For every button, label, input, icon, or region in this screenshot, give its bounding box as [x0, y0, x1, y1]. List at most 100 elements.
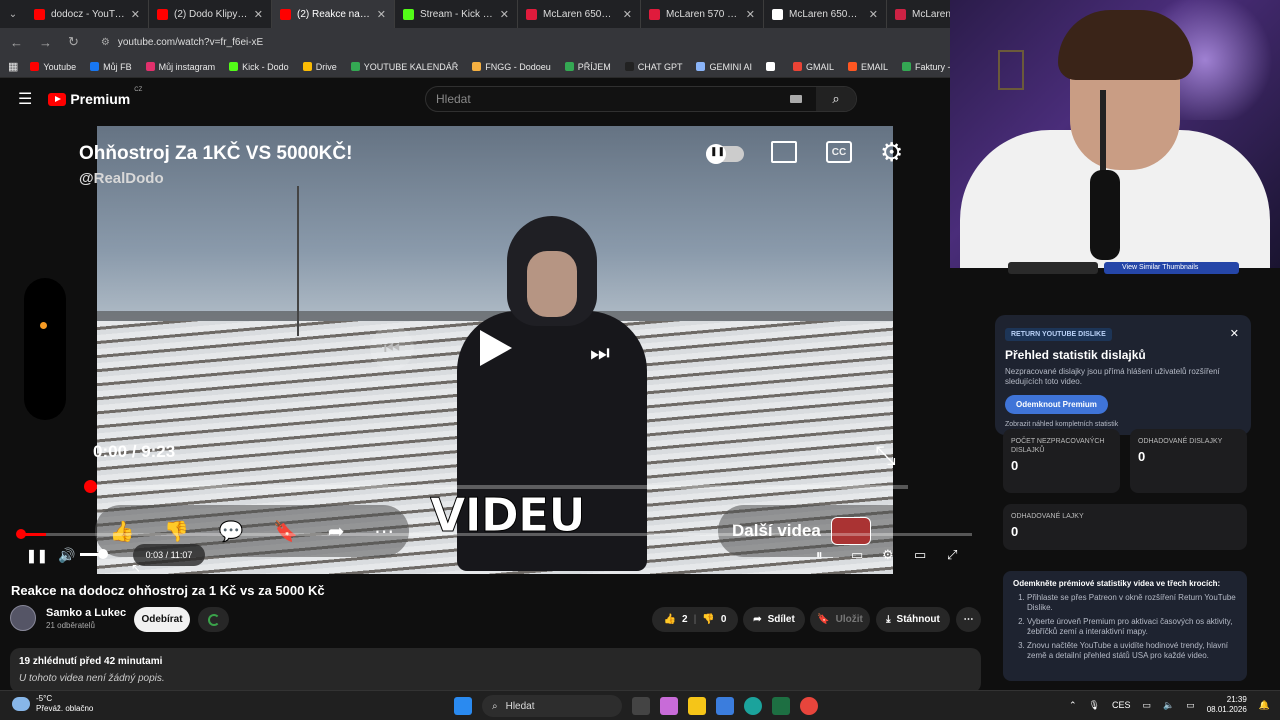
weather-widget[interactable]: -5°C Převáž. oblačno [12, 694, 93, 713]
search-input[interactable]: Hledat [426, 92, 790, 106]
excel-icon[interactable] [772, 697, 790, 715]
language-indicator[interactable]: CES [1112, 700, 1131, 710]
overlay-more-icon[interactable]: ⋯ [374, 519, 394, 544]
overlay-save-icon[interactable]: 🔖 [273, 519, 298, 544]
browser-tab[interactable]: (2) Reakce na doc ✕ [272, 0, 395, 28]
overlay-video-title[interactable]: Ohňostroj Za 1KČ VS 5000KČ! [79, 143, 352, 165]
like-icon[interactable]: 👍 [664, 614, 676, 625]
side-control-panel[interactable] [24, 278, 66, 420]
tray-overflow-icon[interactable]: ⌃ [1069, 700, 1077, 711]
browser-tab[interactable]: dodocz - YouTube ✕ [26, 0, 149, 28]
previous-icon[interactable]: ⏮ [370, 326, 414, 370]
progress-bar[interactable] [16, 529, 972, 539]
bookmark-item[interactable]: CHAT GPT [624, 62, 682, 72]
tab-close-icon[interactable]: ✕ [746, 8, 755, 21]
overlay-share-icon[interactable]: ➦ [328, 519, 345, 544]
file-explorer-icon[interactable] [688, 697, 706, 715]
share-button[interactable]: ➦ Sdílet [743, 607, 805, 632]
bookmark-item[interactable] [765, 62, 779, 72]
browser-tab[interactable]: McLaren 570 coupé ✕ [641, 0, 764, 28]
subscribe-button[interactable]: Odebírat [134, 607, 190, 632]
volume-slider[interactable] [80, 549, 108, 559]
back-icon[interactable]: ← [10, 35, 23, 50]
like-count[interactable]: 2 [682, 614, 688, 625]
copilot-icon[interactable] [660, 697, 678, 715]
bookmark-item[interactable]: Můj instagram [145, 62, 215, 72]
dislike-icon[interactable]: 👎 [702, 614, 714, 625]
windows-start-icon[interactable] [454, 697, 472, 715]
captions-icon[interactable]: CC [826, 141, 852, 163]
fullscreen-icon[interactable]: ⤢ [947, 547, 957, 563]
keyboard-icon[interactable] [790, 95, 802, 103]
save-button[interactable]: 🔖 Uložit [810, 607, 870, 632]
theater-mode-icon[interactable]: ▭ [914, 547, 926, 563]
channel-avatar[interactable] [10, 605, 36, 631]
download-button[interactable]: ⤓ Stáhnout [876, 607, 950, 632]
reload-icon[interactable]: ↻ [68, 34, 79, 50]
browser-tab[interactable]: (2) Dodo Klipy Plus - ✕ [149, 0, 272, 28]
autoplay-toggle[interactable] [706, 144, 744, 164]
overlay-settings-icon[interactable]: ⚙ [880, 137, 903, 168]
preview-stats-link[interactable]: Zobrazit náhled kompletních statistik [1005, 421, 1241, 428]
bookmark-item[interactable]: Můj FB [90, 62, 132, 72]
bookmark-item[interactable]: PŘÍJEM [564, 62, 611, 72]
notification-button[interactable] [198, 607, 229, 632]
tab-close-icon[interactable]: ✕ [500, 8, 509, 21]
site-info-icon[interactable]: ⚙ [101, 37, 110, 48]
speaker-icon[interactable]: 🔈 [1163, 700, 1174, 711]
tab-search-button[interactable]: ⌄ [0, 0, 26, 28]
battery-icon[interactable]: ▭ [1186, 700, 1195, 711]
cast-icon[interactable] [771, 141, 797, 163]
progress-handle[interactable] [16, 529, 26, 539]
youtube-premium-logo[interactable]: Premium CZ [48, 87, 142, 107]
bookmark-item[interactable]: Drive [302, 62, 337, 72]
bookmark-item[interactable]: GEMINI AI [696, 62, 752, 72]
overlay-like-icon[interactable]: 👍 [110, 519, 135, 544]
tab-close-icon[interactable]: ✕ [869, 8, 878, 21]
forward-icon[interactable]: → [39, 35, 52, 50]
clock[interactable]: 21:39 08.01.2026 [1207, 695, 1247, 716]
next-icon[interactable]: ⏭ [590, 340, 610, 366]
overlay-channel-handle[interactable]: @RealDodo [79, 170, 164, 187]
menu-icon[interactable]: ☰ [18, 89, 32, 109]
tab-close-icon[interactable]: ✕ [131, 8, 140, 21]
outlook-icon[interactable] [716, 697, 734, 715]
close-icon[interactable]: ✕ [1230, 327, 1239, 340]
dislike-count[interactable]: 0 [721, 614, 727, 625]
big-play-icon[interactable] [480, 330, 512, 366]
bookmark-item[interactable]: GMAIL [792, 62, 834, 72]
edge-icon[interactable] [744, 697, 762, 715]
overlay-comment-icon[interactable]: 💬 [219, 519, 244, 544]
subtitles-icon[interactable]: ▭ [851, 547, 863, 563]
search-button[interactable]: ⌕ [816, 87, 856, 111]
bookmark-item[interactable]: FNGG - Dodoeu [472, 62, 551, 72]
chrome-icon[interactable] [800, 697, 818, 715]
network-icon[interactable]: ▭ [1142, 700, 1151, 711]
task-view-icon[interactable] [632, 697, 650, 715]
view-similar-thumbnails-button[interactable]: View Similar Thumbnails [1104, 262, 1239, 274]
tab-close-icon[interactable]: ✕ [623, 8, 632, 21]
autoplay-icon[interactable]: ⏸ [816, 547, 823, 563]
microphone-icon[interactable]: 🎙 [1089, 700, 1100, 711]
bookmark-item[interactable]: YOUTUBE KALENDÁŘ [350, 62, 458, 72]
tab-close-icon[interactable]: ✕ [254, 8, 263, 21]
volume-icon[interactable]: 🔊 [58, 547, 75, 564]
notifications-icon[interactable]: 🔔 [1259, 700, 1270, 711]
unlock-premium-button[interactable]: Odemknout Premium [1005, 395, 1108, 414]
bookmark-item[interactable]: Kick - Dodo [229, 62, 289, 72]
browser-tab[interactable]: McLaren 650S pronaj ✕ [764, 0, 887, 28]
browser-tab[interactable]: Stream - Kick Da ✕ [395, 0, 518, 28]
browser-tab[interactable]: McLaren 650S Spider ✕ [518, 0, 641, 28]
pause-icon[interactable]: ❚❚ [26, 548, 48, 564]
overlay-dislike-icon[interactable]: 👎 [164, 519, 189, 544]
tab-close-icon[interactable]: ✕ [377, 8, 386, 21]
description-box[interactable]: 19 zhlédnutí před 42 minutami U tohoto v… [10, 648, 981, 693]
inner-progress-handle[interactable] [84, 480, 97, 493]
channel-name[interactable]: Samko a Lukec [46, 607, 126, 619]
bookmark-item[interactable]: EMAIL [848, 62, 888, 72]
url-field[interactable]: ⚙ youtube.com/watch?v=fr_f6ei-xE [101, 37, 263, 48]
more-actions-button[interactable]: ⋯ [956, 607, 981, 632]
bookmark-item[interactable]: Faktury - Vytváření [902, 62, 950, 72]
bookmark-item[interactable]: Youtube [30, 62, 76, 72]
settings-icon[interactable]: ⚙ [882, 547, 894, 563]
